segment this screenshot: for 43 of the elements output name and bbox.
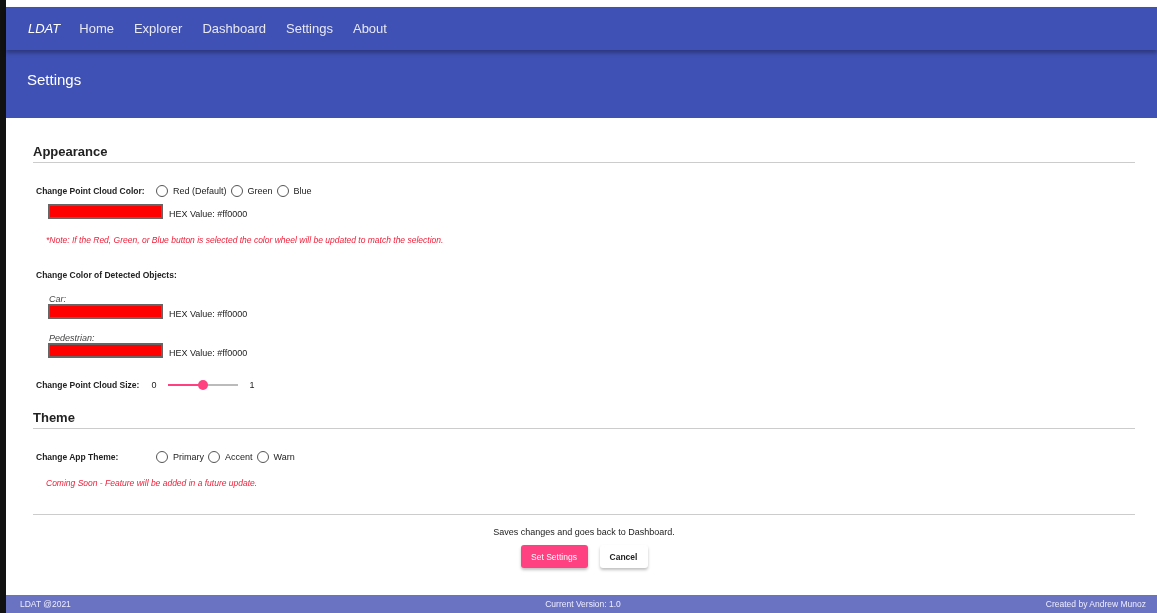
radio-option[interactable]: Red (Default) (156, 185, 227, 197)
slider-max-label: 1 (249, 380, 255, 390)
nav-link[interactable]: Explorer (123, 17, 193, 40)
radio-option[interactable]: Warn (256, 451, 295, 463)
section-heading: Appearance (33, 144, 108, 160)
hex-value: HEX Value: #ff0000 (169, 309, 248, 319)
object-label: Car: (49, 294, 66, 304)
radio-label: Accent (225, 452, 253, 462)
note-text: Coming Soon - Feature will be added in a future update. (46, 478, 259, 488)
setting-label: Change Point Cloud Color: (36, 186, 146, 196)
radio-label: Primary (173, 452, 204, 462)
color-picker-field[interactable] (48, 204, 163, 219)
slider-thumb[interactable] (198, 380, 209, 390)
hex-value: HEX Value: #ff0000 (169, 209, 248, 219)
slider-min-label: 0 (151, 380, 157, 390)
page-title: Settings (27, 71, 82, 88)
object-label: Pedestrian: (49, 333, 95, 343)
setting-label: Change Color of Detected Objects: (36, 270, 177, 280)
note-text: *Note: If the Red, Green, or Blue button is selected the color wheel will be updated to match the selection. (46, 235, 445, 245)
radio-option[interactable]: Blue (276, 185, 312, 197)
cancel-button[interactable]: Cancel (599, 545, 648, 568)
setting-label: Change App Theme: (36, 452, 120, 462)
color-picker-field[interactable] (48, 343, 163, 358)
hint-text: Saves changes and goes back to Dashboard. (493, 527, 675, 537)
app-brand[interactable]: LDAT (28, 21, 67, 36)
radio-label: Blue (293, 186, 312, 196)
radio-label: Warn (273, 452, 295, 462)
color-picker-field[interactable] (48, 304, 163, 319)
radio-option[interactable]: Accent (208, 451, 253, 463)
version-text: Current Version: 1.0 (545, 599, 621, 609)
section-heading: Theme (33, 410, 75, 426)
nav-link[interactable]: About (342, 17, 397, 40)
radio-option[interactable]: Green (230, 185, 273, 197)
hex-value: HEX Value: #ff0000 (169, 348, 248, 358)
nav-link[interactable]: Dashboard (192, 17, 276, 40)
author-text: Created by Andrew Munoz (1045, 599, 1146, 609)
radio-label: Green (247, 186, 273, 196)
radio-label: Red (Default) (173, 186, 227, 196)
setting-label: Change Point Cloud Size: (36, 380, 140, 390)
nav-link[interactable]: Home (69, 17, 124, 40)
nav-link[interactable]: Settings (276, 17, 343, 40)
copyright-text: LDAT @2021 (20, 599, 72, 609)
radio-option[interactable]: Primary (156, 451, 204, 463)
